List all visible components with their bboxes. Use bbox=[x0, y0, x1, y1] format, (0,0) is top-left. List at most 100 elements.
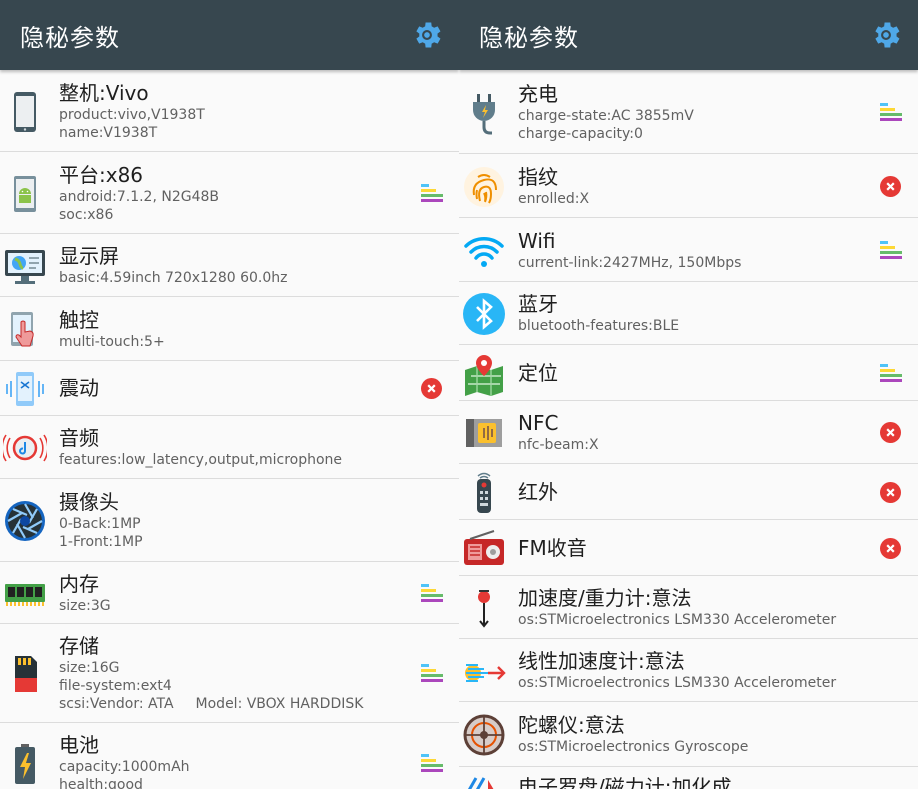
list-item[interactable]: 存储 size:16G file-system:ext4 scsi:Vendor: A… bbox=[0, 625, 459, 723]
detail-text: 1-Front:1MP bbox=[59, 534, 143, 550]
item-name: 存储 bbox=[59, 634, 99, 658]
item-detail: charge-capacity:0 bbox=[518, 125, 868, 143]
detail-text: health:good bbox=[59, 777, 143, 789]
list-item[interactable]: 指纹 enrolled:X bbox=[459, 155, 918, 218]
item-detail: 0-Back:1MP bbox=[59, 515, 409, 533]
list-item[interactable]: 震动 bbox=[0, 362, 459, 416]
item-name: 平台:x86 bbox=[59, 163, 144, 187]
item-name: NFC bbox=[518, 411, 559, 435]
detail-bars-icon bbox=[880, 102, 902, 124]
detail-bars-icon bbox=[880, 363, 902, 385]
map-location-icon bbox=[462, 352, 506, 396]
item-detail: os:STMicroelectronics Gyroscope bbox=[518, 738, 868, 756]
item-name: 内存 bbox=[59, 572, 99, 596]
unsupported-x-icon bbox=[880, 176, 902, 198]
nfc-chip-icon bbox=[462, 411, 506, 455]
list-item[interactable]: FM收音 bbox=[459, 521, 918, 576]
detail-text: multi-touch:5+ bbox=[59, 334, 165, 350]
list-item[interactable]: 红外 bbox=[459, 465, 918, 520]
touch-hand-icon bbox=[3, 308, 47, 352]
list-item[interactable]: 显示屏 basic:4.59inch 720x1280 60.0hz bbox=[0, 235, 459, 297]
list-item[interactable]: 整机:Vivo product:vivo,V1938T name:V1938T bbox=[0, 72, 459, 152]
radio-icon bbox=[462, 527, 506, 571]
accelerometer-icon bbox=[462, 586, 506, 630]
list-item[interactable]: 蓝牙 bluetooth-features:BLE bbox=[459, 283, 918, 345]
gyroscope-icon bbox=[462, 713, 506, 757]
item-name: 陀螺仪:意法 bbox=[518, 713, 625, 737]
sd-card-icon bbox=[3, 652, 47, 696]
detail-text: os:STMicroelectronics LSM330 Acceleromet… bbox=[518, 612, 837, 628]
detail-text: size:3G bbox=[59, 598, 111, 614]
app-title-left: 隐秘参数 bbox=[20, 23, 120, 52]
item-detail: health:good bbox=[59, 776, 409, 789]
item-detail: current-link:2427MHz, 150Mbps bbox=[518, 254, 868, 272]
detail-text: current-link:2427MHz, 150Mbps bbox=[518, 255, 742, 271]
detail-bars-icon bbox=[421, 583, 443, 605]
detail-text: size:16G bbox=[59, 660, 120, 676]
detail-bars-icon bbox=[421, 753, 443, 775]
app-bar-right: 隐秘参数 bbox=[459, 0, 918, 70]
unsupported-x-icon bbox=[880, 422, 902, 444]
detail-bars-icon bbox=[421, 183, 443, 205]
list-item[interactable]: 充电 charge-state:AC 3855mV charge-capacity:… bbox=[459, 72, 918, 154]
item-name: 加速度/重力计:意法 bbox=[518, 586, 692, 610]
audio-icon bbox=[3, 426, 47, 470]
item-detail: file-system:ext4 bbox=[59, 677, 409, 695]
item-name: Wifi bbox=[518, 229, 556, 253]
item-detail: os:STMicroelectronics LSM330 Acceleromet… bbox=[518, 611, 868, 629]
detail-bars-icon bbox=[880, 240, 902, 262]
item-name: 显示屏 bbox=[59, 244, 119, 268]
detail-text: name:V1938T bbox=[59, 125, 158, 141]
list-item[interactable]: NFC nfc-beam:X bbox=[459, 402, 918, 464]
item-name: 摄像头 bbox=[59, 490, 119, 514]
item-detail: features:low_latency,output,microphone bbox=[59, 451, 409, 469]
item-detail: android:7.1.2, N2G48B bbox=[59, 188, 409, 206]
list-item[interactable]: 触控 multi-touch:5+ bbox=[0, 298, 459, 361]
monitor-icon bbox=[3, 244, 47, 288]
settings-gear-icon[interactable] bbox=[866, 15, 906, 55]
list-item[interactable]: 线性加速度计:意法 os:STMicroelectronics LSM330 Ac… bbox=[459, 640, 918, 702]
list-item[interactable]: 电池 capacity:1000mAh health:good bbox=[0, 724, 459, 789]
linear-accel-icon bbox=[462, 649, 506, 693]
compass-icon bbox=[462, 766, 506, 789]
list-item[interactable]: Wifi current-link:2427MHz, 150Mbps bbox=[459, 219, 918, 282]
list-item[interactable]: 加速度/重力计:意法 os:STMicroelectronics LSM330 A… bbox=[459, 577, 918, 639]
item-name: FM收音 bbox=[518, 536, 587, 560]
unsupported-x-icon bbox=[880, 482, 902, 504]
list-item[interactable]: 陀螺仪:意法 os:STMicroelectronics Gyroscope bbox=[459, 703, 918, 767]
detail-text: charge-state:AC 3855mV bbox=[518, 108, 694, 124]
detail-text: capacity:1000mAh bbox=[59, 759, 190, 775]
detail-text: os:STMicroelectronics Gyroscope bbox=[518, 739, 749, 755]
fingerprint-icon bbox=[462, 165, 506, 209]
detail-text: scsi:Vendor: ATA bbox=[59, 696, 174, 712]
detail-text: features:low_latency,output,microphone bbox=[59, 452, 343, 468]
phone-icon bbox=[3, 90, 47, 134]
item-name: 蓝牙 bbox=[518, 292, 558, 316]
item-detail: bluetooth-features:BLE bbox=[518, 317, 868, 335]
detail-text: soc:x86 bbox=[59, 207, 114, 223]
list-item[interactable]: 音频 features:low_latency,output,microphone bbox=[0, 417, 459, 479]
list-item[interactable]: 摄像头 0-Back:1MP 1-Front:1MP bbox=[0, 480, 459, 562]
item-detail: size:3G bbox=[59, 597, 409, 615]
battery-icon bbox=[3, 742, 47, 786]
app-title-right: 隐秘参数 bbox=[479, 23, 579, 52]
list-item[interactable]: 定位 bbox=[459, 346, 918, 401]
list-item[interactable]: 电子罗盘/磁力计:加化成 bbox=[459, 768, 918, 789]
wifi-icon bbox=[462, 229, 506, 273]
camera-aperture-icon bbox=[3, 499, 47, 543]
detail-text: nfc-beam:X bbox=[518, 437, 599, 453]
app-bar-left: 隐秘参数 bbox=[0, 0, 459, 70]
item-name: 震动 bbox=[59, 376, 99, 400]
detail-text: file-system:ext4 bbox=[59, 678, 172, 694]
item-name: 电池 bbox=[59, 733, 99, 757]
item-name: 红外 bbox=[518, 480, 558, 504]
detail-bars-icon bbox=[421, 663, 443, 685]
item-detail: scsi:Vendor: ATA Model: VBOX HARDDISK bbox=[59, 695, 409, 713]
item-name: 充电 bbox=[518, 82, 558, 106]
remote-control-icon bbox=[462, 471, 506, 515]
detail-text: android:7.1.2, N2G48B bbox=[59, 189, 220, 205]
settings-gear-icon[interactable] bbox=[407, 15, 447, 55]
list-item[interactable]: 平台:x86 android:7.1.2, N2G48B soc:x86 bbox=[0, 153, 459, 234]
item-name: 指纹 bbox=[518, 165, 558, 189]
list-item[interactable]: 内存 size:3G bbox=[0, 563, 459, 624]
